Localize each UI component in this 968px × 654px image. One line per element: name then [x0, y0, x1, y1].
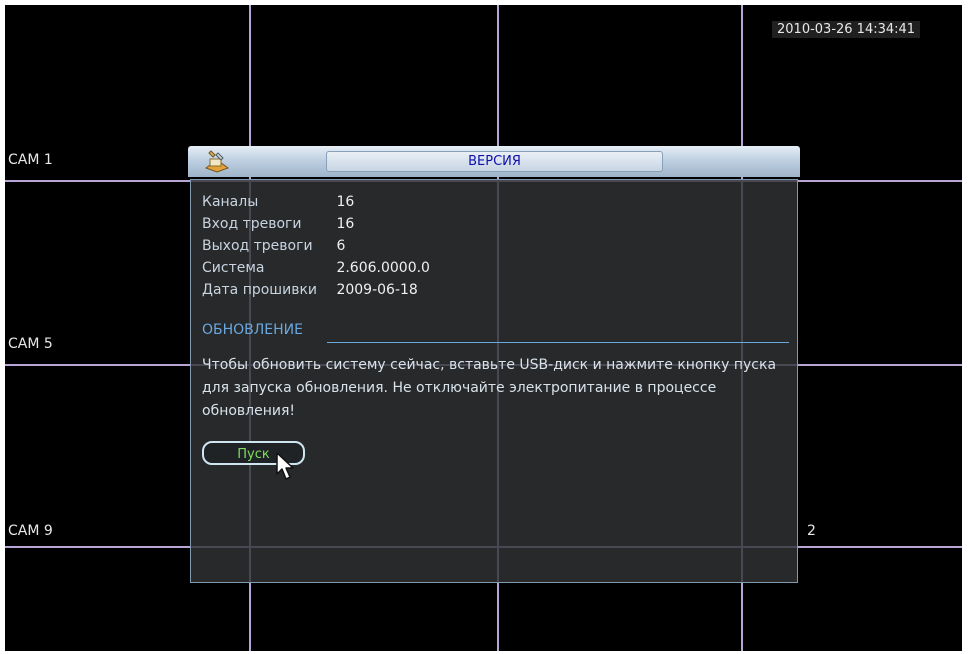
- system-label: Система: [202, 260, 265, 276]
- update-section-title: ОБНОВЛЕНИЕ: [202, 322, 303, 338]
- camera-label-5: CAM 5: [8, 336, 53, 352]
- settings-wrench-icon: [204, 150, 230, 173]
- alarm-input-label: Вход тревоги: [202, 216, 302, 232]
- channels-row: Каналы 16: [202, 191, 354, 213]
- camera-label-1: CAM 1: [8, 152, 53, 168]
- alarm-output-value: 6: [336, 238, 346, 254]
- alarm-input-value: 16: [336, 216, 355, 232]
- firmware-date-value: 2009-06-18: [336, 282, 418, 298]
- firmware-date-row: Дата прошивки 2009-06-18: [202, 279, 418, 301]
- dialog-body: Каналы 16 Вход тревоги 16 Выход тревоги …: [190, 179, 798, 583]
- channels-value: 16: [336, 194, 355, 210]
- alarm-input-row: Вход тревоги 16: [202, 213, 354, 235]
- update-section-divider: [327, 342, 789, 343]
- system-row: Система 2.606.0000.0: [202, 257, 430, 279]
- camera-label-9: CAM 9: [8, 523, 53, 539]
- version-dialog: ВЕРСИЯ Каналы 16 Вход тревоги 16 Выход т…: [188, 146, 800, 583]
- update-instructions: Чтобы обновить систему сейчас, вставьте …: [202, 357, 777, 419]
- channels-label: Каналы: [202, 194, 259, 210]
- alarm-output-row: Выход тревоги 6: [202, 235, 345, 257]
- camera-label-fragment: 2: [807, 523, 816, 539]
- system-value: 2.606.0000.0: [336, 260, 430, 276]
- dialog-title: ВЕРСИЯ: [326, 151, 663, 172]
- timestamp: 2010-03-26 14:34:41: [772, 21, 921, 38]
- alarm-output-label: Выход тревоги: [202, 238, 313, 254]
- dialog-title-bar[interactable]: ВЕРСИЯ: [188, 146, 800, 177]
- firmware-date-label: Дата прошивки: [202, 282, 318, 298]
- dvr-screen: 2010-03-26 14:34:41 CAM 1 CAM 5 CAM 9 2 …: [5, 5, 962, 651]
- mouse-pointer-icon: [276, 452, 294, 480]
